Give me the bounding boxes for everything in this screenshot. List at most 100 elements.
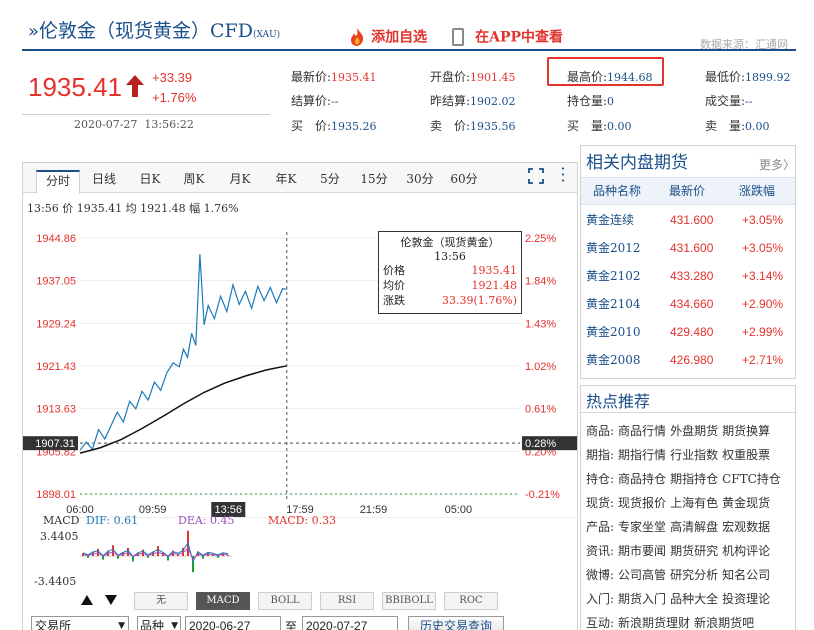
app-view-button[interactable]: 在APP中查看 — [452, 26, 563, 48]
hot-link[interactable]: 宏观数据 — [722, 520, 770, 534]
chart-tab[interactable]: 15分 — [352, 170, 396, 192]
related-row[interactable]: 黄金2012 431.600 +3.05% — [582, 234, 796, 262]
hot-link[interactable]: 机构评论 — [722, 544, 770, 558]
related-row[interactable]: 黄金2104 434.660 +2.90% — [582, 290, 796, 318]
stat-item: 卖 量:0.00 — [705, 115, 770, 134]
hot-link[interactable]: 期货换算 — [722, 424, 770, 438]
hot-category: 期指: — [586, 448, 615, 462]
hot-link[interactable]: 公司高管 — [618, 568, 666, 582]
more-options-icon[interactable]: · · · — [558, 161, 568, 189]
chevron-right-icon: 〉 — [783, 158, 796, 172]
hot-link[interactable]: 行业指数 — [670, 448, 718, 462]
macd-chart — [80, 530, 232, 573]
quote-divider — [22, 114, 270, 115]
hot-link[interactable]: 黄金现货 — [722, 496, 770, 510]
hot-link[interactable]: 外盘期货 — [670, 424, 718, 438]
hot-link[interactable]: 投资理论 — [722, 592, 770, 606]
hot-link[interactable]: 研究分析 — [670, 568, 718, 582]
y-right-tick: 2.25% — [525, 233, 556, 245]
hot-link[interactable]: 现货报价 — [618, 496, 666, 510]
stat-value: -- — [745, 95, 753, 108]
hot-link[interactable]: 商品行情 — [618, 424, 666, 438]
fullscreen-icon[interactable] — [528, 168, 544, 184]
related-row[interactable]: 黄金连续 431.600 +3.05% — [582, 206, 796, 234]
hot-link[interactable]: 知名公司 — [722, 568, 770, 582]
related-pct: +3.14% — [742, 269, 784, 283]
related-price: 431.600 — [670, 213, 714, 227]
stat-item: 开盘价:1901.45 — [430, 66, 516, 85]
chart-tab[interactable]: 5分 — [308, 170, 352, 192]
stat-value: 1901.45 — [470, 71, 516, 84]
stat-item: 成交量:-- — [705, 90, 752, 109]
related-name: 黄金2010 — [586, 325, 641, 339]
tooltip-rows: 价格 1935.41 均价 1921.48 涨跌 33.39(1.76%) — [379, 263, 521, 308]
indicator-button[interactable]: BBIBOLL — [382, 592, 436, 610]
macd-dea: DEA: 0.45 — [178, 514, 235, 527]
hot-category: 持仓: — [586, 472, 615, 486]
x-tick: 05:00 — [445, 504, 473, 516]
hot-link[interactable]: 权重股票 — [722, 448, 770, 462]
hot-link[interactable]: 品种大全 — [670, 592, 718, 606]
hot-link[interactable]: 期指持仓 — [670, 472, 718, 486]
date-from-input[interactable]: 2020-06-27 — [185, 616, 281, 630]
related-pct: +2.71% — [742, 353, 784, 367]
hot-row: 入门: 期货入门 品种大全 投资理论 — [582, 587, 796, 611]
indicator-button[interactable]: 无 — [134, 592, 188, 610]
tooltip-value: 33.39(1.76%) — [441, 294, 517, 307]
scroll-down-button[interactable] — [104, 592, 118, 608]
history-query-button[interactable]: 历史交易查询 — [408, 616, 504, 630]
indicator-button[interactable]: BOLL — [258, 592, 312, 610]
stat-label: 昨结算: — [430, 94, 471, 108]
hot-link[interactable]: 新浪期货理财 — [618, 616, 690, 630]
related-more-label: 更多 — [759, 158, 784, 172]
hot-category: 入门: — [586, 592, 615, 606]
indicator-button[interactable]: RSI — [320, 592, 374, 610]
stat-value: 1935.41 — [331, 71, 377, 84]
related-row[interactable]: 黄金2008 426.980 +2.71% — [582, 346, 796, 374]
stat-item: 买 价:1935.26 — [291, 115, 377, 134]
hot-link[interactable]: 期货研究 — [670, 544, 718, 558]
chart-tab[interactable]: 60分 — [442, 170, 486, 192]
stat-item: 昨结算:1902.02 — [430, 90, 516, 109]
hot-link[interactable]: 高清解盘 — [670, 520, 718, 534]
chart-tab[interactable]: 分时 — [36, 170, 80, 194]
scroll-up-button[interactable] — [80, 592, 94, 608]
stat-label: 卖 量: — [705, 119, 746, 133]
related-name: 黄金2102 — [586, 269, 641, 283]
hot-link[interactable]: 期市要闻 — [618, 544, 666, 558]
price-change: +33.39 — [152, 70, 193, 85]
y-left-tick: 1921.43 — [36, 361, 76, 373]
indicator-button[interactable]: MACD — [196, 592, 250, 610]
related-more-link[interactable]: 更多〉 — [759, 156, 795, 173]
stat-value: 1935.56 — [470, 120, 516, 133]
hot-link[interactable]: 上海有色 — [670, 496, 718, 510]
tooltip-row: 涨跌 33.39(1.76%) — [379, 293, 521, 308]
hot-divider — [581, 412, 795, 413]
related-row[interactable]: 黄金2102 433.280 +3.14% — [582, 262, 796, 290]
chart-tab[interactable]: 年K — [264, 170, 308, 192]
tooltip-row: 价格 1935.41 — [379, 263, 521, 278]
dropdown-arrow-icon: ▼ — [118, 621, 125, 630]
hot-link[interactable]: 期指行情 — [618, 448, 666, 462]
variety-select[interactable]: 品种 ▼ — [137, 616, 181, 630]
phone-icon — [452, 27, 464, 46]
hot-link[interactable]: 商品持仓 — [618, 472, 666, 486]
exchange-select[interactable]: 交易所 ▼ — [31, 616, 129, 630]
related-row[interactable]: 黄金2010 429.480 +2.99% — [582, 318, 796, 346]
date-to-input[interactable]: 2020-07-27 — [302, 616, 398, 630]
hot-link[interactable]: 新浪期货吧 — [694, 616, 754, 630]
chart-tab[interactable]: 日线 — [82, 170, 126, 192]
hot-link[interactable]: 专家坐堂 — [618, 520, 666, 534]
stat-value: 1935.26 — [331, 120, 377, 133]
chart-tab[interactable]: 30分 — [398, 170, 442, 192]
hot-link[interactable]: 期货入门 — [618, 592, 666, 606]
chart-tab[interactable]: 日K — [128, 170, 172, 192]
hot-link[interactable]: CFTC持仓 — [722, 472, 781, 486]
flame-icon — [348, 27, 366, 47]
chart-tab[interactable]: 周K — [172, 170, 216, 192]
add-watchlist-button[interactable]: 添加自选 — [348, 26, 427, 48]
chart-tab[interactable]: 月K — [218, 170, 262, 192]
indicator-button[interactable]: ROC — [444, 592, 498, 610]
stat-item: 买 量:0.00 — [567, 115, 632, 134]
tooltip-value: 1935.41 — [471, 264, 518, 277]
